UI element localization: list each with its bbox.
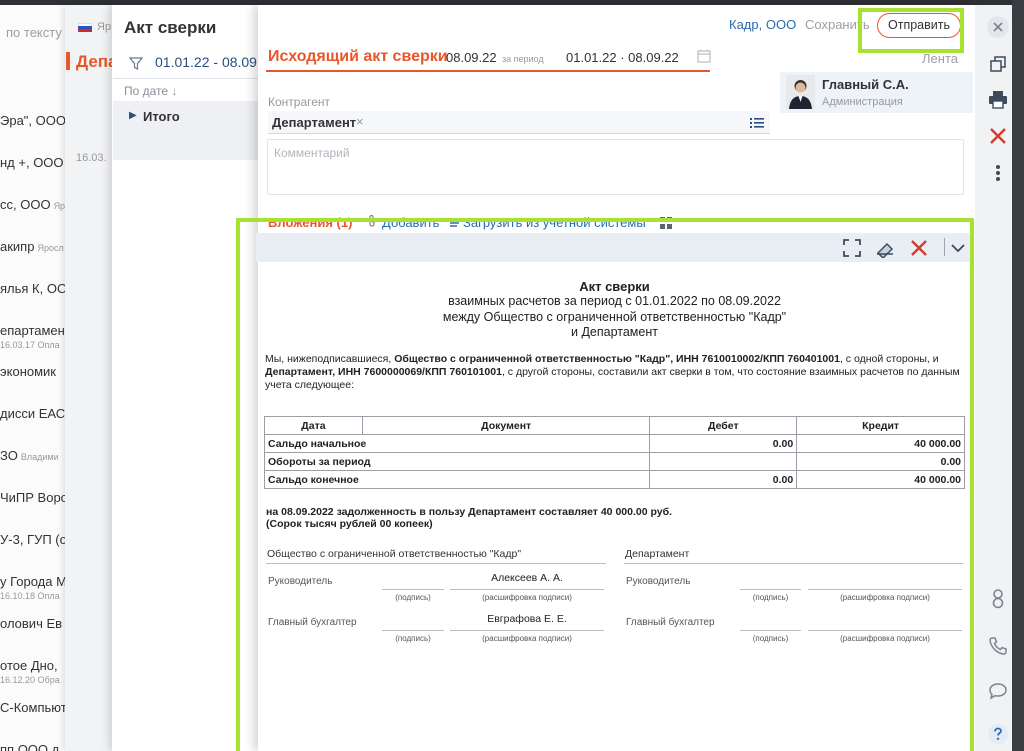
expand-icon[interactable]: ▶: [129, 110, 137, 121]
list-item-meta: 16.03.17 Опла: [0, 339, 60, 350]
list-item-name: С-Компьют: [0, 699, 67, 715]
help-icon[interactable]: [986, 722, 1010, 746]
list-item-name: сс, ООО: [0, 196, 51, 212]
title-underline: [266, 70, 710, 72]
list-item[interactable]: дисси ЕАС,: [0, 406, 70, 448]
divider: [113, 78, 258, 79]
list-item-name: акипр: [0, 238, 35, 254]
counterparty-label: Контрагент: [268, 95, 331, 109]
list-item[interactable]: У-3, ГУП (о: [0, 532, 70, 574]
filter-icon[interactable]: [128, 57, 144, 75]
list-item[interactable]: ялья К, ООО: [0, 281, 70, 323]
list-item-name: олович Ев: [0, 615, 63, 631]
list-item-name: ЗО: [0, 448, 18, 464]
list-item-name: ялья К, ООО: [0, 280, 70, 296]
list-item-name: нд +, ООО: [0, 154, 64, 170]
more-icon[interactable]: [986, 161, 1010, 185]
list-item[interactable]: у Города М 16.10.18 Опла: [0, 574, 70, 616]
panel-title: Акт сверки: [124, 18, 217, 37]
phone-icon[interactable]: [986, 634, 1010, 658]
list-item[interactable]: нд +, ООО: [0, 155, 70, 197]
list-item-name: епартамент: [0, 322, 70, 338]
list-item[interactable]: епартамент 16.03.17 Опла: [0, 323, 70, 365]
list-item-meta: 16.10.18 Опла: [0, 590, 60, 601]
chat-icon[interactable]: [986, 679, 1010, 703]
list-item[interactable]: ЧиПР Воро: [0, 490, 70, 532]
accent-bar: [66, 52, 70, 70]
list-item[interactable]: пп ООО д: [0, 742, 70, 751]
document-date[interactable]: 08.09.22: [446, 50, 497, 65]
comment-placeholder: Комментарий: [274, 146, 350, 160]
highlight-document-preview: [236, 218, 974, 751]
print-icon[interactable]: [986, 88, 1010, 112]
list-item[interactable]: Эра", ООО: [0, 113, 70, 155]
list-item-region: Яр: [53, 200, 66, 211]
copy-icon[interactable]: [986, 52, 1010, 76]
stacked-panel-date: 16.03.: [76, 152, 107, 164]
user-role: Администрация: [822, 96, 903, 108]
background-list: по тексту Эра", ООО нд +, ООО сс, ООО Яр аки…: [0, 5, 70, 751]
list-item-meta: 16.12.20 Обра: [0, 674, 60, 685]
avatar: [786, 75, 815, 109]
list-item-name: У-3, ГУП (о: [0, 532, 67, 547]
period-label: за период: [502, 54, 544, 64]
counterparty-value[interactable]: Департамент: [272, 115, 356, 130]
window-edge: [1012, 0, 1024, 751]
period-value[interactable]: 01.01.22 · 08.09.22: [566, 50, 679, 65]
list-item-region: Владими: [20, 452, 59, 463]
clear-icon[interactable]: ×: [356, 114, 364, 129]
period-filter[interactable]: 01.01.22 - 08.09: [155, 54, 257, 70]
document-type-title[interactable]: Исходящий акт сверки: [268, 48, 448, 66]
list-item-name: отое Дно,: [0, 657, 58, 673]
screen: по тексту Эра", ООО нд +, ООО сс, ООО Яр аки…: [0, 0, 1024, 751]
list-item-name: экономик: [0, 364, 56, 380]
search-input[interactable]: по тексту: [6, 25, 62, 40]
list-item-name: дисси ЕАС,: [0, 406, 69, 422]
list-item-name: ЧиПР Воро: [0, 490, 68, 506]
list-item[interactable]: олович Ев: [0, 616, 70, 658]
region-tag: Яр: [97, 21, 112, 33]
highlight-send-button: [858, 8, 964, 53]
total-label: Итого: [143, 109, 180, 124]
list-item[interactable]: отое Дно, 16.12.20 Обра: [0, 658, 70, 700]
list-item[interactable]: С-Компьют: [0, 700, 70, 742]
list-item[interactable]: экономик: [0, 364, 70, 406]
list-item[interactable]: сс, ООО Яр: [0, 197, 70, 239]
list-item-region: Яросл: [37, 242, 64, 253]
contacts-icon[interactable]: [986, 587, 1010, 611]
sort-by-date[interactable]: По дате ↓: [124, 84, 177, 98]
list-item[interactable]: ЗО Владими: [0, 448, 70, 490]
user-name: Главный С.А.: [822, 77, 909, 92]
comment-field[interactable]: [267, 139, 964, 195]
list-item-name: Эра", ООО: [0, 113, 66, 128]
list-icon[interactable]: [750, 116, 764, 128]
list-item-name: у Города М: [0, 573, 67, 589]
close-icon[interactable]: [986, 15, 1010, 39]
list-item-name: пп ООО д: [0, 741, 60, 751]
stacked-panel-strip[interactable]: [65, 5, 113, 751]
feed-tab[interactable]: Лента: [922, 51, 958, 66]
flag-icon: [78, 23, 92, 32]
list-item[interactable]: акипр Яросл: [0, 239, 70, 281]
organization-link[interactable]: Кадр, ООО: [729, 17, 796, 32]
calendar-icon[interactable]: [697, 49, 711, 63]
delete-icon[interactable]: [986, 124, 1010, 148]
